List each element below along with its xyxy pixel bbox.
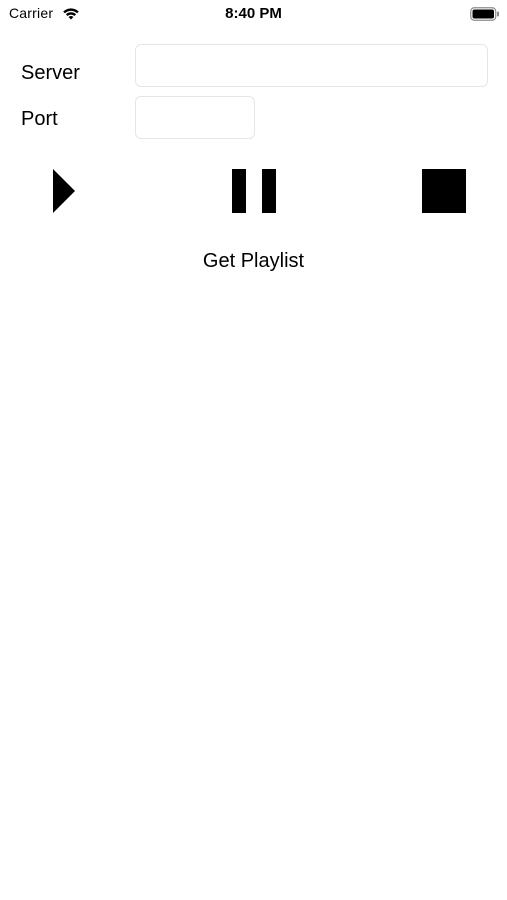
status-bar: Carrier 8:40 PM — [0, 0, 507, 28]
server-input[interactable] — [135, 44, 488, 87]
pause-icon-left-bar — [232, 169, 246, 213]
stop-icon — [422, 169, 466, 213]
app-screen: Carrier 8:40 PM Server Port Get Playlist — [0, 0, 507, 900]
pause-button[interactable] — [228, 166, 280, 216]
status-time: 8:40 PM — [225, 5, 282, 22]
port-input[interactable] — [135, 96, 255, 139]
pause-icon-right-bar — [262, 169, 276, 213]
play-icon — [53, 169, 75, 213]
stop-button[interactable] — [420, 166, 470, 216]
play-button[interactable] — [50, 166, 80, 216]
server-label: Server — [21, 62, 80, 84]
get-playlist-button[interactable]: Get Playlist — [0, 250, 507, 273]
port-label: Port — [21, 108, 58, 130]
battery-icon — [470, 7, 499, 21]
